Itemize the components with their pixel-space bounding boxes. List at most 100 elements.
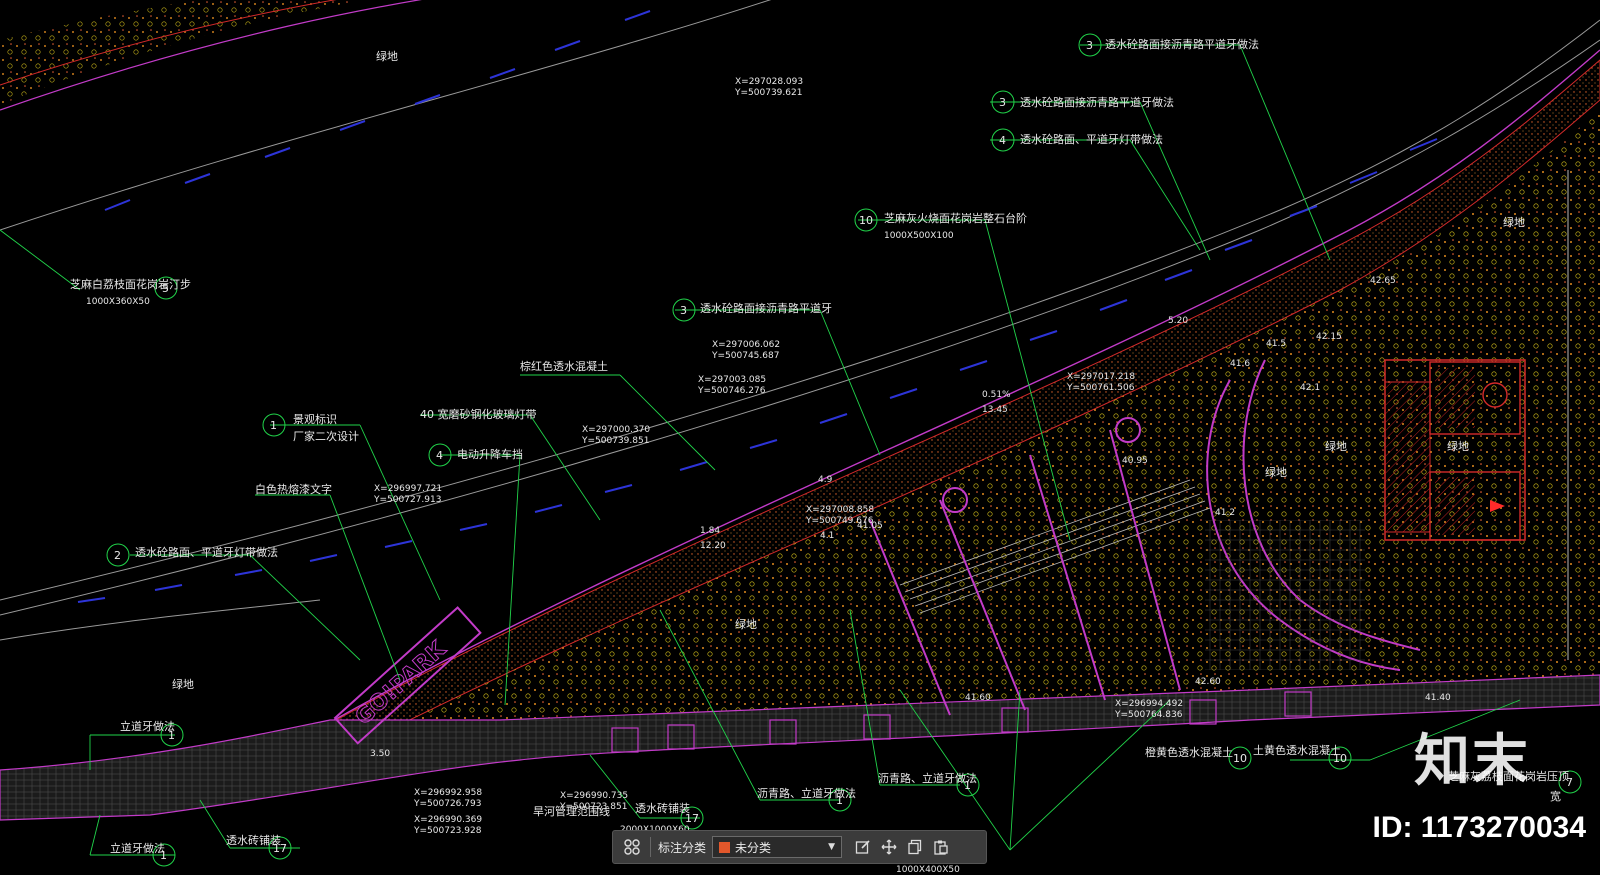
svg-text:10: 10: [1333, 752, 1347, 765]
svg-text:X=296994.492: X=296994.492: [1115, 699, 1183, 709]
annotation-toolbar: 标注分类 未分类 ▼: [612, 830, 987, 864]
svg-text:3: 3: [999, 96, 1006, 109]
svg-text:41.05: 41.05: [857, 521, 883, 531]
svg-text:X=296992.958: X=296992.958: [414, 788, 482, 798]
svg-text:X=296997.721: X=296997.721: [374, 484, 442, 494]
edit-icon[interactable]: [850, 834, 876, 860]
svg-text:X=297000.370: X=297000.370: [582, 425, 650, 435]
svg-text:Y=500746.276: Y=500746.276: [697, 386, 766, 396]
svg-text:X=296990.735: X=296990.735: [560, 791, 628, 801]
svg-text:3: 3: [680, 304, 687, 317]
svg-text:10: 10: [1233, 752, 1247, 765]
grid-paving-area: [1205, 520, 1365, 670]
svg-text:41.2: 41.2: [1215, 508, 1235, 518]
callout-text: 景观标识: [293, 412, 337, 426]
category-selected-value: 未分类: [735, 840, 772, 855]
callout-text: 透水砼路面接沥青路平道牙: [700, 301, 832, 315]
svg-text:1: 1: [270, 419, 277, 432]
callout-text: 透水砼路面、平道牙灯带做法: [135, 545, 278, 559]
svg-text:4: 4: [999, 134, 1006, 147]
svg-text:41.40: 41.40: [1425, 693, 1451, 703]
svg-text:1: 1: [168, 729, 175, 742]
paste-icon[interactable]: [928, 834, 954, 860]
callout-text: 芝麻白荔枝面花岗岩汀步: [70, 277, 191, 291]
svg-text:X=297003.085: X=297003.085: [698, 375, 766, 385]
grid-icon[interactable]: [619, 834, 645, 860]
svg-text:1: 1: [160, 849, 167, 862]
svg-text:3.50: 3.50: [370, 749, 390, 759]
svg-text:42.1: 42.1: [1300, 383, 1320, 393]
svg-text:1: 1: [836, 794, 843, 807]
svg-text:4.9: 4.9: [818, 475, 833, 485]
toolbar-divider: [650, 837, 651, 857]
svg-text:1000X500X100: 1000X500X100: [884, 231, 954, 241]
left-green-boundary: [0, 599, 321, 641]
callout-text: 透水砖铺装: [635, 801, 690, 815]
svg-text:4.1: 4.1: [820, 531, 834, 541]
callout-text: 沥青路、立道牙做法: [878, 771, 977, 785]
svg-text:42.60: 42.60: [1195, 677, 1221, 687]
category-color-swatch: [719, 841, 731, 853]
svg-text:17: 17: [273, 842, 287, 855]
move-icon[interactable]: [876, 834, 902, 860]
callout-text: 透水砼路面、平道牙灯带做法: [1020, 132, 1163, 146]
svg-text:X=297028.093: X=297028.093: [735, 77, 803, 87]
callout-text: 棕红色透水混凝土: [520, 359, 608, 373]
svg-text:绿地: 绿地: [1503, 215, 1525, 229]
svg-text:3: 3: [1086, 39, 1093, 52]
svg-text:Y=500761.506: Y=500761.506: [1066, 383, 1135, 393]
svg-text:绿地: 绿地: [1265, 465, 1287, 479]
callout-text: 立道牙做法: [120, 719, 175, 733]
svg-text:Y=500727.913: Y=500727.913: [373, 495, 441, 505]
svg-text:Y=500739.851: Y=500739.851: [581, 436, 649, 446]
svg-text:42.15: 42.15: [1316, 332, 1342, 342]
svg-text:17: 17: [685, 812, 699, 825]
svg-text:绿地: 绿地: [376, 49, 398, 63]
svg-text:X=297017.218: X=297017.218: [1067, 372, 1135, 382]
callout-text: 芝麻灰火烧面花岗岩整石台阶: [884, 211, 1027, 225]
svg-text:10: 10: [859, 214, 873, 227]
svg-text:12.20: 12.20: [700, 541, 726, 551]
svg-text:41.60: 41.60: [965, 693, 991, 703]
svg-text:绿地: 绿地: [1447, 439, 1469, 453]
svg-text:2: 2: [114, 549, 121, 562]
svg-text:X=297008.858: X=297008.858: [806, 505, 874, 515]
svg-text:1: 1: [964, 779, 971, 792]
svg-text:绿地: 绿地: [1325, 439, 1347, 453]
svg-text:Y=500723.928: Y=500723.928: [413, 826, 482, 836]
svg-text:宽: 宽: [1550, 789, 1561, 803]
svg-text:厂家二次设计: 厂家二次设计: [293, 429, 359, 443]
cad-drawing-canvas[interactable]: GO!PARK 5 芝麻白荔枝面花岗岩汀步 1000X360X50 3 透水砼路…: [0, 0, 1600, 875]
svg-text:1000X400X50: 1000X400X50: [896, 865, 960, 875]
svg-text:0.51%: 0.51%: [982, 390, 1011, 400]
callout-text: 橙黄色透水混凝土: [1145, 745, 1233, 759]
chevron-down-icon: ▼: [828, 842, 836, 852]
svg-text:13.45: 13.45: [982, 405, 1008, 415]
callout-text: 透水砼路面接沥青路平道牙做法: [1020, 95, 1174, 109]
svg-text:绿地: 绿地: [172, 677, 194, 691]
copy-icon[interactable]: [902, 834, 928, 860]
svg-text:Y=500745.687: Y=500745.687: [711, 351, 779, 361]
svg-text:5.20: 5.20: [1168, 316, 1188, 326]
callout-text: 透水砼路面接沥青路平道牙做法: [1105, 37, 1259, 51]
svg-text:7: 7: [1566, 776, 1573, 789]
category-label: 标注分类: [658, 840, 707, 855]
svg-text:40.95: 40.95: [1122, 456, 1148, 466]
svg-text:Y=500726.793: Y=500726.793: [413, 799, 481, 809]
svg-text:绿地: 绿地: [735, 617, 757, 631]
svg-text:41.5: 41.5: [1266, 339, 1286, 349]
svg-text:X=297006.062: X=297006.062: [712, 340, 780, 350]
svg-text:4: 4: [436, 449, 443, 462]
watermark-id: ID: 1173270034: [1372, 811, 1586, 844]
category-dropdown[interactable]: 未分类 ▼: [712, 836, 843, 858]
callout-text: 白色热熔漆文字: [255, 482, 332, 496]
svg-text:Y=500739.621: Y=500739.621: [734, 88, 802, 98]
watermark-logo: 知末: [1414, 729, 1530, 794]
svg-text:1.84: 1.84: [700, 526, 720, 536]
svg-text:1000X360X50: 1000X360X50: [86, 297, 150, 307]
svg-text:X=296990.369: X=296990.369: [414, 815, 482, 825]
svg-text:Y=500723.851: Y=500723.851: [559, 802, 627, 812]
callout-text: 立道牙做法: [110, 841, 165, 855]
svg-text:42.65: 42.65: [1370, 276, 1396, 286]
svg-text:Y=500764.836: Y=500764.836: [1114, 710, 1183, 720]
